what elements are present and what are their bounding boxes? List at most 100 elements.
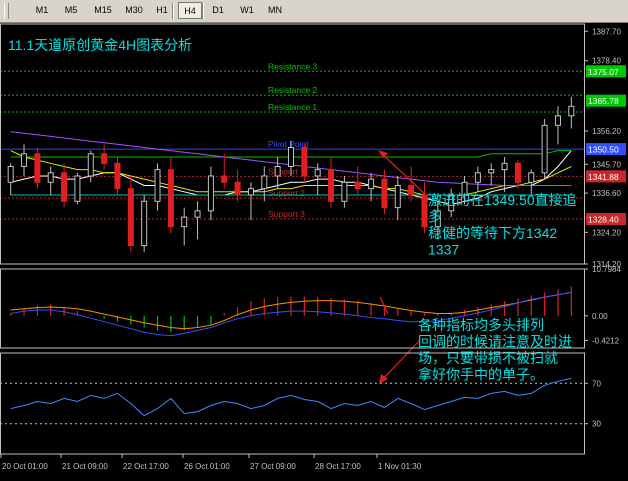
candle [87, 150, 94, 183]
level-label-1: Resistance 2 [268, 85, 317, 95]
candle [221, 153, 228, 189]
candle [7, 163, 14, 195]
candle-body [34, 153, 41, 183]
time-label: 28 Oct 17:00 [315, 462, 361, 471]
candle [127, 175, 134, 252]
candle-body [101, 153, 108, 164]
indicator-annotation-line: 拿好你手中的单子。 [418, 367, 544, 383]
candle-body [288, 146, 294, 167]
rsi-tick-label: 30 [592, 420, 601, 429]
candle-body [247, 188, 254, 196]
timeframe-button-mn[interactable]: MN [262, 2, 288, 19]
candle-body [541, 124, 548, 174]
candle [167, 156, 174, 233]
candle-body [514, 162, 521, 183]
candle [141, 194, 148, 252]
price-tick-label: 1378.40 [592, 57, 621, 66]
candle-body [221, 175, 228, 183]
candle-body [354, 181, 361, 190]
candle-body [87, 153, 94, 177]
price-annotation-line: 多 [428, 209, 442, 225]
candle-body [301, 146, 308, 177]
indicator-arrow [379, 339, 421, 383]
timeframe-button-m5[interactable]: M5 [58, 2, 84, 19]
time-label: 20 Oct 01:00 [2, 462, 48, 471]
level-label-0: Resistance 3 [268, 61, 317, 71]
candle-body [181, 216, 188, 228]
candle-body [274, 165, 281, 177]
candle [328, 156, 335, 208]
timeframe-button-d1[interactable]: D1 [205, 2, 231, 19]
candle [488, 163, 495, 186]
candle-body [234, 181, 241, 196]
candle-body [421, 194, 428, 228]
candle [181, 207, 188, 246]
candle [274, 156, 281, 189]
rsi-panel: 70 30 各种指标均多头排列回调的时候请注意及时进场，只要带损不被扫就拿好你手中的… [0, 296, 601, 429]
macd-tick-label: -0.4212 [592, 336, 620, 345]
candle [514, 160, 521, 189]
candle [207, 166, 214, 221]
candle-body [501, 162, 508, 171]
time-label: 22 Oct 17:00 [123, 462, 169, 471]
candle [47, 166, 54, 195]
candle [368, 172, 375, 202]
price-label-2: 1350.50 [588, 145, 619, 155]
timeframe-button-h1[interactable]: H1 [150, 2, 174, 19]
indicator-annotation-line: 场，只要带损不被扫就 [418, 350, 558, 366]
candle [261, 166, 268, 202]
candle-body [114, 162, 121, 190]
price-annotation-line: 1337 [428, 242, 459, 258]
candle [354, 166, 361, 195]
timeframe-toolbar: M1 M5 M15 M30 H1 H4 D1 W1 MN [0, 0, 628, 23]
price-annotation-line: 稳健的等待下方1342 [428, 225, 557, 241]
level-label-6: Support 3 [268, 209, 305, 219]
time-label: 27 Oct 09:00 [250, 462, 296, 471]
candle-body [554, 115, 561, 126]
candle [154, 163, 161, 211]
price-tick-label: 1356.20 [592, 127, 621, 136]
candle-body [141, 200, 148, 247]
candle [474, 166, 481, 192]
chart-area: 1387.70 1378.40 1356.20 1345.70 1336.60 1324.… [0, 23, 626, 471]
price-label-0: 1375.07 [588, 67, 619, 77]
price-tick-label: 1324.20 [592, 228, 621, 237]
candle-body [154, 169, 161, 202]
candle-body [488, 169, 495, 174]
candle [234, 169, 241, 202]
toolbar-grip[interactable] [4, 3, 9, 19]
candle-body [194, 210, 201, 218]
time-label: 1 Nov 01:30 [378, 462, 422, 471]
candle [341, 175, 348, 208]
rsi-line [10, 377, 572, 417]
price-panel: 1387.70 1378.40 1356.20 1345.70 1336.60 1324.… [0, 27, 626, 269]
price-annotation-line: 激进的在1349.50直接追 [428, 192, 577, 208]
timeframe-button-m30[interactable]: M30 [120, 2, 148, 19]
price-label-4: 1328.40 [588, 215, 619, 225]
candle-body [381, 178, 388, 209]
price-label-1: 1365.78 [588, 96, 619, 106]
candle-body [314, 169, 321, 177]
candle-body [74, 175, 81, 202]
candle-body [167, 169, 174, 228]
level-label-2: Resistance 1 [268, 102, 317, 112]
candle-body [261, 175, 268, 190]
level-label-4: Support 1 [268, 166, 305, 176]
candle-body [7, 165, 14, 183]
candle-body [568, 105, 575, 117]
candle [74, 172, 81, 205]
candle [301, 144, 308, 183]
candle-body [21, 153, 28, 167]
price-tick-label: 1345.70 [592, 160, 621, 169]
price-label-3: 1341.88 [588, 172, 619, 182]
candle [34, 147, 41, 189]
timeframe-button-w1[interactable]: W1 [235, 2, 259, 19]
timeframe-button-m1[interactable]: M1 [30, 2, 54, 19]
timeframe-button-h4[interactable]: H4 [178, 2, 202, 19]
candle-body [328, 169, 335, 202]
timeframe-button-m15[interactable]: M15 [88, 2, 118, 19]
candle-body [474, 172, 481, 183]
indicator-annotation-line: 各种指标均多头排列 [418, 317, 544, 333]
candle [114, 156, 121, 195]
candle-body [408, 184, 415, 196]
